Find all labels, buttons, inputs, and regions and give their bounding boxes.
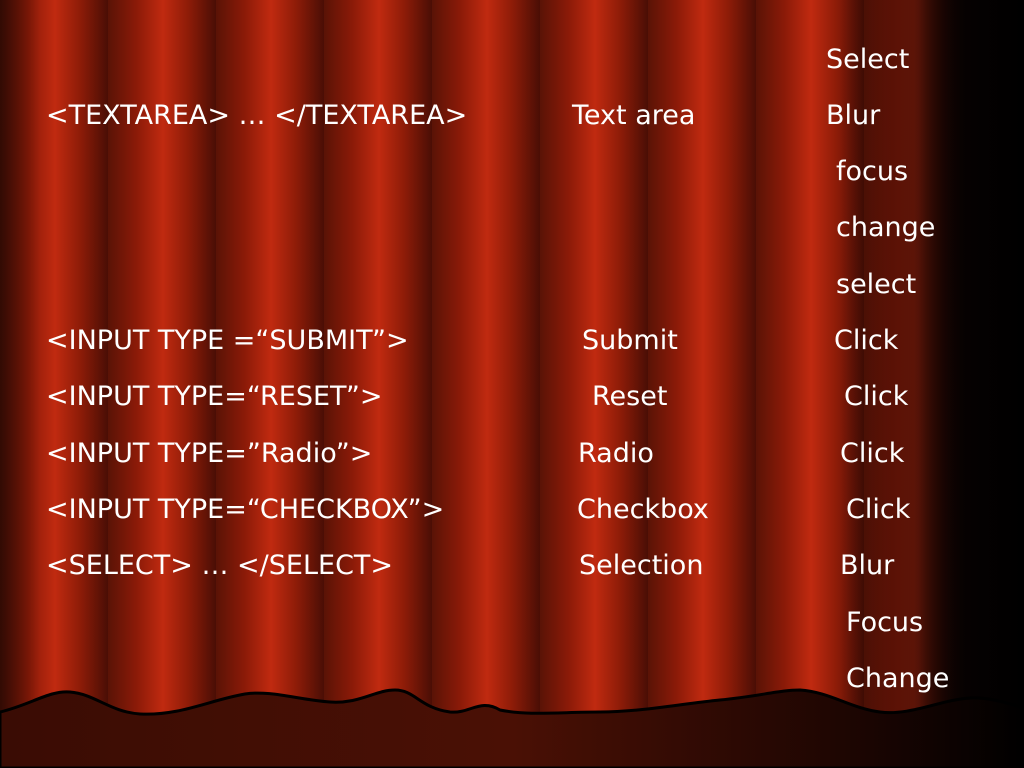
event-blur-select: Blur [840,550,895,581]
event-click-reset: Click [844,381,909,412]
desc-text-area: Text area [572,100,696,131]
tag-submit: <INPUT TYPE =“SUBMIT”> [46,325,409,356]
event-change: change [836,212,936,243]
event-focus: focus [836,156,909,187]
event-select-lower: select [836,269,917,300]
event-click-radio: Click [840,438,905,469]
event-focus-select: Focus [846,607,924,638]
event-click-checkbox: Click [846,494,911,525]
desc-selection: Selection [579,550,704,581]
desc-submit: Submit [582,325,678,356]
tag-checkbox: <INPUT TYPE=“CHECKBOX”> [46,494,445,525]
tag-textarea: <TEXTAREA> … </TEXTAREA> [46,100,468,131]
desc-reset: Reset [592,381,668,412]
desc-radio: Radio [578,438,654,469]
event-click-submit: Click [834,325,899,356]
tag-radio: <INPUT TYPE=”Radio”> [46,438,373,469]
event-change-select: Change [846,663,950,694]
event-select: Select [826,44,910,75]
tag-reset: <INPUT TYPE=“RESET”> [46,381,383,412]
event-blur: Blur [826,100,881,131]
tag-select: <SELECT> … </SELECT> [46,550,394,581]
desc-checkbox: Checkbox [577,494,709,525]
